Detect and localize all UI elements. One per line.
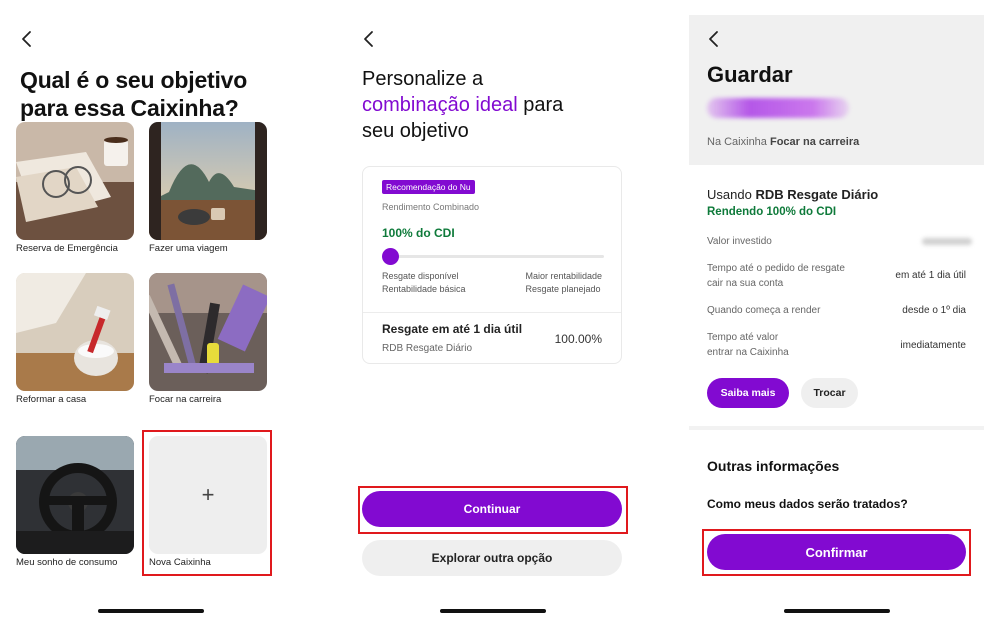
trocar-button[interactable]: Trocar bbox=[801, 378, 858, 408]
blurred-value bbox=[922, 238, 972, 245]
back-arrow-icon[interactable] bbox=[707, 29, 721, 49]
saiba-mais-button[interactable]: Saiba mais bbox=[707, 378, 789, 408]
card-label: Fazer uma viagem bbox=[149, 243, 228, 254]
back-arrow-icon[interactable] bbox=[20, 29, 34, 49]
row-value-comeca: desde o 1º dia bbox=[902, 305, 966, 316]
right-label-1: Maior rentabilidade bbox=[525, 271, 602, 281]
continue-button[interactable]: Continuar bbox=[362, 491, 622, 527]
title-highlight: combinação ideal bbox=[362, 94, 518, 116]
screen-personalize: Personalize a combinação ideal para seu … bbox=[345, 0, 640, 632]
home-indicator bbox=[98, 609, 204, 613]
result-percentage: 100.00% bbox=[554, 332, 602, 346]
page-title: Guardar bbox=[707, 62, 793, 87]
caixinha-info: Na Caixinha Focar na carreira bbox=[707, 136, 859, 148]
data-treatment-link[interactable]: Como meus dados serão tratados? bbox=[707, 497, 908, 511]
explore-option-button[interactable]: Explorar outra opção bbox=[362, 540, 622, 576]
title-suffix-2: seu objetivo bbox=[362, 120, 469, 142]
card-label: Reformar a casa bbox=[16, 394, 87, 405]
confirm-button[interactable]: Confirmar bbox=[707, 534, 966, 570]
row-label-comeca: Quando começa a render bbox=[707, 305, 821, 316]
cdi-value: 100% do CDI bbox=[382, 226, 455, 240]
car-interior-photo bbox=[16, 436, 134, 554]
plus-icon: + bbox=[149, 436, 267, 554]
page-title: Personalize a combinação ideal para seu … bbox=[362, 66, 632, 144]
objective-card-nova-caixinha[interactable]: + Nova Caixinha bbox=[149, 436, 267, 569]
slider-track[interactable] bbox=[388, 255, 604, 258]
combination-card: Recomendação do Nu Rendimento Combinado … bbox=[362, 166, 622, 364]
right-label-2: Resgate planejado bbox=[525, 284, 601, 294]
product-name: RDB Resgate Diário bbox=[755, 187, 879, 202]
usando-prefix: Usando bbox=[707, 187, 752, 202]
recommendation-badge: Recomendação do Nu bbox=[382, 180, 475, 194]
combined-yield-label: Rendimento Combinado bbox=[382, 202, 480, 212]
objective-card-reserva[interactable]: Reserva de Emergência bbox=[16, 122, 134, 255]
screen-guardar: Guardar Na Caixinha Focar na carreira Us… bbox=[689, 0, 984, 632]
caixinha-name: Focar na carreira bbox=[769, 136, 860, 148]
objective-card-reformar[interactable]: Reformar a casa bbox=[16, 273, 134, 406]
paint-bucket-photo bbox=[16, 273, 134, 391]
slider-knob[interactable] bbox=[382, 248, 399, 265]
row-value-tempo-valor: imediatamente bbox=[900, 340, 966, 351]
left-label-2: Rentabilidade básica bbox=[382, 284, 466, 294]
card-label: Reserva de Emergência bbox=[16, 243, 118, 254]
left-label-1: Resgate disponível bbox=[382, 271, 459, 281]
card-label: Meu sonho de consumo bbox=[16, 557, 118, 568]
page-title: Qual é o seu objetivo para essa Caixinha… bbox=[20, 67, 248, 121]
slider-left-labels: Resgate disponível Rentabilidade básica bbox=[382, 270, 466, 296]
divider bbox=[363, 312, 621, 313]
section-title: Outras informações bbox=[707, 458, 840, 474]
home-indicator bbox=[784, 609, 890, 613]
coffee-glasses-photo bbox=[16, 122, 134, 240]
objective-card-sonho[interactable]: Meu sonho de consumo bbox=[16, 436, 134, 569]
back-arrow-icon[interactable] bbox=[362, 29, 376, 49]
row-label-valor: Valor investido bbox=[707, 236, 772, 247]
travel-view-photo bbox=[149, 122, 267, 240]
result-title: Resgate em até 1 dia útil bbox=[382, 322, 523, 336]
result-product: RDB Resgate Diário bbox=[382, 343, 473, 354]
blurred-amount bbox=[707, 98, 849, 118]
product-line: Usando RDB Resgate Diário bbox=[707, 187, 878, 202]
screen-choose-objective: Qual é o seu objetivo para essa Caixinha… bbox=[0, 0, 290, 632]
card-label: Nova Caixinha bbox=[149, 557, 211, 568]
row-label-tempo-valor: Tempo até valor entrar na Caixinha bbox=[707, 332, 789, 358]
objective-card-carreira[interactable]: Focar na carreira bbox=[149, 273, 267, 406]
row-label-tempo-resgate: Tempo até o pedido de resgate cair na su… bbox=[707, 263, 845, 289]
section-divider bbox=[689, 426, 984, 430]
home-indicator bbox=[440, 609, 546, 613]
yield-text: Rendendo 100% do CDI bbox=[707, 206, 837, 218]
row-value-tempo-resgate: em até 1 dia útil bbox=[895, 270, 966, 281]
title-prefix: Personalize a bbox=[362, 68, 484, 90]
title-suffix: para bbox=[523, 94, 564, 116]
objective-card-viagem[interactable]: Fazer uma viagem bbox=[149, 122, 267, 255]
caixinha-prefix: Na Caixinha bbox=[707, 136, 767, 148]
slider-right-labels: Maior rentabilidade Resgate planejado bbox=[525, 270, 602, 296]
office-supplies-photo bbox=[149, 273, 267, 391]
card-label: Focar na carreira bbox=[149, 394, 222, 405]
